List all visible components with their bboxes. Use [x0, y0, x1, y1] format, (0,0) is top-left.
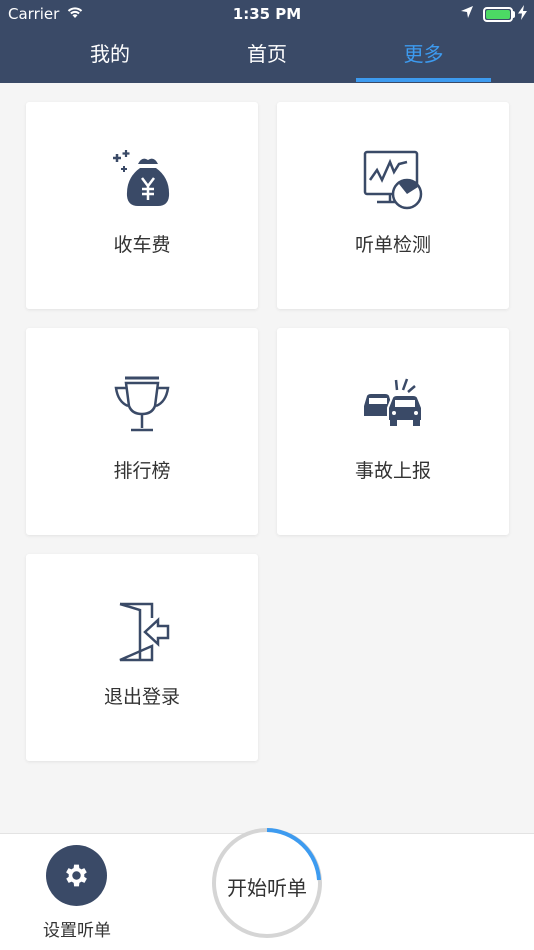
clock: 1:35 PM [232, 5, 302, 23]
card-label: 退出登录 [103, 686, 180, 708]
card-label: 收车费 [113, 234, 171, 256]
trophy-icon [112, 376, 172, 436]
card-accident-report[interactable]: 事故上报 [277, 328, 509, 535]
top-bar: Carrier 1:35 PM 我的 首页 更多 [0, 0, 534, 83]
battery-tip [513, 11, 515, 18]
card-label: 事故上报 [354, 460, 431, 482]
tab-home[interactable]: 首页 [199, 28, 335, 83]
charging-bolt-icon [518, 5, 527, 24]
start-listening-button[interactable]: 开始听单 [211, 822, 323, 942]
settings-label: 设置听单 [43, 921, 111, 941]
settings-button[interactable] [46, 845, 107, 906]
location-arrow-icon [460, 5, 474, 23]
status-bar: Carrier 1:35 PM [0, 0, 534, 28]
tab-mine[interactable]: 我的 [42, 28, 178, 83]
card-label: 排行榜 [113, 460, 171, 482]
card-logout[interactable]: 退出登录 [26, 554, 258, 761]
card-collect-fare[interactable]: 收车费 [26, 102, 258, 309]
gear-icon [66, 864, 87, 887]
active-tab-indicator [356, 78, 491, 82]
tab-bar: 我的 首页 更多 [0, 28, 534, 83]
card-label: 听单检测 [354, 234, 431, 256]
tab-more[interactable]: 更多 [356, 28, 491, 83]
card-order-detection[interactable]: 听单检测 [277, 102, 509, 309]
money-bag-icon [112, 150, 172, 210]
battery-icon [483, 7, 513, 22]
logout-door-icon [112, 602, 172, 662]
start-listening-label: 开始听单 [227, 876, 307, 900]
monitor-gauge-icon [363, 150, 423, 210]
card-leaderboard[interactable]: 排行榜 [26, 328, 258, 535]
car-accident-icon [363, 376, 423, 436]
